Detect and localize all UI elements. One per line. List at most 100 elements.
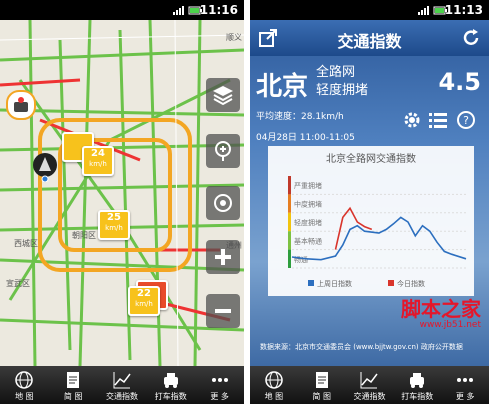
left-phone-screen: 11:16 西城区 朝阳区 宣武区 顺义 24 km/h 25 km/h 22 … [0, 0, 244, 404]
chart-icon [113, 372, 131, 389]
signal-icon [172, 4, 184, 16]
minus-icon [215, 309, 231, 313]
watermark-url: www.jb51.net [419, 320, 481, 330]
tab-more[interactable]: 更 多 [195, 366, 244, 404]
legend-swatch [308, 280, 314, 286]
crosshair-icon [214, 194, 232, 212]
level-label: 中度拥堵 [294, 200, 322, 209]
layers-button[interactable] [206, 78, 240, 112]
legend-label: 今日指数 [397, 279, 425, 288]
level-label: 基本畅通 [294, 236, 322, 245]
speed-badge[interactable]: 25 km/h [98, 210, 130, 240]
zoom-out-button[interactable] [206, 294, 240, 328]
list-button[interactable] [428, 110, 448, 134]
city-name: 北京 [256, 72, 309, 102]
tab-map[interactable]: 地 图 [0, 366, 49, 404]
battery-icon [433, 4, 447, 16]
status-bar: 11:13 [250, 0, 489, 20]
document-icon [67, 372, 80, 388]
globe-icon [15, 371, 34, 389]
speed-unit: km/h [89, 160, 107, 168]
level-color-bar [288, 194, 291, 213]
traffic-map[interactable]: 西城区 朝阳区 宣武区 顺义 通州 24km/h 25km/h 22km/h [0, 20, 244, 366]
status-time: 11:16 [199, 3, 238, 17]
traffic-index-page: 交通指数 北京 全路网 轻度拥堵 4.5 平均速度：28.1km/h 04月28… [250, 20, 489, 366]
location-marker[interactable] [32, 152, 58, 183]
poi-button[interactable] [206, 134, 240, 168]
refresh-button[interactable] [461, 28, 481, 52]
map-label-xuanwu: 宣武区 [6, 279, 30, 288]
traffic-light-marker[interactable] [6, 90, 36, 120]
speed-badge[interactable]: 22 km/h [128, 286, 160, 316]
tab-traffic-index[interactable]: 交通指数 [346, 366, 394, 404]
legend-label: 上周日指数 [317, 279, 352, 288]
level-label: 严重拥堵 [294, 181, 322, 190]
list-icon [429, 113, 447, 128]
gear-icon [404, 112, 420, 128]
zoom-in-button[interactable] [206, 240, 240, 274]
scope-name: 全路网 [316, 65, 356, 80]
speed-value: 22 [137, 288, 151, 299]
battery-icon [188, 4, 202, 16]
tab-label: 交通指数 [105, 392, 138, 401]
chart-icon [360, 372, 379, 389]
average-speed: 平均速度：28.1km/h [256, 112, 344, 122]
tab-simple-map[interactable]: 简 图 [298, 366, 346, 404]
tab-map[interactable]: 地 图 [250, 366, 298, 404]
signal-icon [417, 4, 429, 16]
add-location-icon [215, 141, 231, 161]
help-button[interactable]: ? [456, 110, 476, 134]
tab-label: 更 多 [210, 392, 229, 401]
tab-label: 打车指数 [401, 392, 434, 401]
right-phone-screen: 11:13 交通指数 北京 全路网 轻度拥堵 4.5 平均速度：28.1km/h… [250, 0, 489, 404]
legend-swatch [388, 280, 394, 286]
document-icon [315, 372, 328, 388]
speed-unit: km/h [135, 300, 153, 308]
tab-label: 简 图 [63, 392, 83, 401]
taxi-icon [410, 373, 425, 388]
tab-label: 更 多 [455, 392, 475, 401]
status-bar: 11:16 [0, 0, 244, 20]
plus-icon [215, 249, 231, 265]
status-time: 11:13 [444, 3, 483, 17]
tab-simple-map[interactable]: 简 图 [49, 366, 98, 404]
map-label-shunyi: 顺义 [226, 33, 242, 42]
tab-taxi-index[interactable]: 打车指数 [146, 366, 195, 404]
speed-unit: km/h [105, 224, 123, 232]
more-icon [457, 378, 474, 382]
tab-label: 交通指数 [353, 392, 386, 401]
settings-button[interactable] [402, 110, 422, 134]
level-label: 轻度拥堵 [294, 218, 322, 227]
header-bar: 交通指数 [250, 20, 489, 56]
speed-badge[interactable]: 24 km/h [82, 146, 114, 176]
traffic-index-chart: 北京全路网交通指数 严重拥堵 中度拥堵 轻度拥堵 基本畅通 畅通 上周日指数 今日指数 [268, 146, 474, 296]
bottom-tab-bar: 地 图 简 图 交通指数 打车指数 更 多 [0, 366, 244, 404]
map-label-chaoyang: 朝阳区 [72, 231, 96, 240]
chart-canvas: 北京全路网交通指数严重拥堵中度拥堵轻度拥堵基本畅通畅通上周日指数 今日指数 [288, 152, 467, 288]
level-color-bar [288, 249, 291, 268]
help-icon: ? [457, 111, 475, 129]
taxi-icon [163, 373, 178, 388]
time-range: 04月28日 11:00-11:05 [256, 133, 355, 143]
globe-icon [265, 371, 283, 389]
level-color-bar [288, 231, 291, 250]
map-label-xicheng: 西城区 [14, 239, 38, 248]
tab-taxi-index[interactable]: 打车指数 [393, 366, 441, 404]
refresh-icon [463, 29, 479, 45]
chart-title: 北京全路网交通指数 [326, 152, 416, 165]
tab-label: 地 图 [15, 392, 34, 401]
tab-traffic-index[interactable]: 交通指数 [98, 366, 147, 404]
tab-more[interactable]: 更 多 [441, 366, 489, 404]
page-title: 交通指数 [337, 32, 402, 51]
scope-block: 全路网 轻度拥堵 [316, 64, 368, 100]
locate-button[interactable] [206, 186, 240, 220]
data-source: 数据来源：北京市交通委员会 (www.bjjtw.gov.cn) 政府公开数据 [260, 343, 463, 351]
svg-text:?: ? [463, 114, 469, 127]
tab-label: 打车指数 [154, 392, 187, 401]
level-color-bar [288, 176, 291, 195]
speed-value: 24 [91, 148, 105, 159]
tab-label: 简 图 [312, 392, 331, 401]
watermark: 脚本之家 [401, 297, 481, 321]
speed-value: 25 [107, 212, 121, 223]
series-line [334, 206, 373, 250]
